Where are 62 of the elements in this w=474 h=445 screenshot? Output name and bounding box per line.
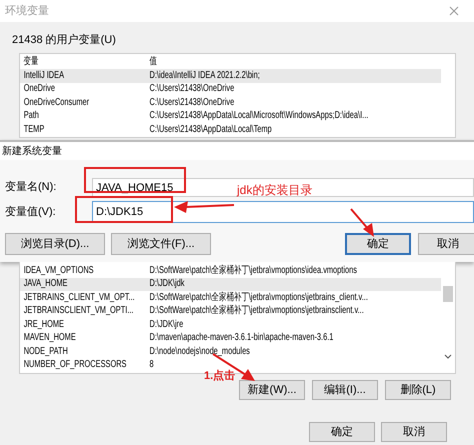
variable-value: 8 [150, 360, 154, 370]
list-row[interactable]: IntelliJ IDEA D:\idea\IntelliJ IDEA 2021.2.2\bin; [20, 69, 442, 82]
list-row[interactable]: OneDrive C:\Users\21438\OneDrive [20, 82, 442, 96]
annotation-text: jdk的安装目录 [237, 182, 312, 199]
variable-name: OneDrive [22, 84, 56, 94]
variable-name: JETBRAINS_CLIENT_VM_OPT... [22, 292, 136, 303]
variable-value: C:\Users\21438\OneDrive [150, 84, 234, 94]
footer-button[interactable]: 确定 [309, 422, 375, 442]
variable-value: D:\node\nodejs\node_modules [150, 346, 250, 357]
variable-name: IntelliJ IDEA [22, 70, 65, 81]
column-header[interactable]: 值 [150, 57, 157, 68]
field-label: 变量名(N): [4, 180, 58, 196]
variable-name: NODE_PATH [22, 346, 69, 357]
variable-value: D:\SoftWare\patch\全家桶补丁\jetbra\vmoptions\jetbrainsclient.v... [150, 306, 364, 316]
variable-name: OneDriveConsumer [22, 98, 90, 108]
footer-button[interactable]: 取消 [381, 422, 447, 442]
list-row[interactable]: JETBRAINS_CLIENT_VM_OPT... D:\SoftWare\patch\全家桶补丁\jetbra\vmoptions\jetbrains_client.v... [20, 291, 442, 304]
variable-value: D:\idea\IntelliJ IDEA 2021.2.2\bin; [150, 70, 260, 81]
list-button[interactable]: 删除(L) [385, 380, 451, 400]
list-row[interactable]: JETBRAINSCLIENT_VM_OPTI... D:\SoftWare\patch\全家桶补丁\jetbra\vmoptions\jetbrainsclient.v... [20, 304, 442, 318]
list-row[interactable]: JAVA_HOME D:\JDK\jdk [20, 278, 442, 291]
close-icon[interactable] [449, 6, 459, 16]
list-button[interactable]: 新建(W)... [239, 380, 305, 400]
variable-name: NUMBER_OF_PROCESSORS [22, 360, 128, 370]
field-label: 变量值(V): [4, 204, 57, 220]
variable-name: JRE_HOME [22, 320, 65, 330]
variable-value: D:\SoftWare\patch\全家桶补丁\jetbra\vmoptions\jetbrains_client.v... [150, 292, 368, 303]
arrow [350, 208, 376, 238]
variable-value: D:\maven\apache-maven-3.6.1-bin\apache-maven-3.6.1 [150, 333, 334, 344]
scrollbar-thumb[interactable] [443, 286, 453, 302]
column-header[interactable]: 变量 [20, 57, 150, 68]
chevron-down-icon[interactable] [444, 354, 452, 360]
dialog-button[interactable]: 取消 [418, 233, 474, 255]
dialog-title: 新建系统变量 [2, 144, 62, 158]
variable-value: C:\Users\21438\OneDrive [150, 98, 234, 108]
list-row[interactable]: NODE_PATH D:\node\nodejs\node_modules [20, 345, 442, 358]
dialog-button[interactable]: 浏览文件(F)... [111, 233, 211, 255]
dialog-button[interactable]: 浏览目录(D)... [5, 233, 105, 255]
value-input-field[interactable]: D:\JDK15 [92, 201, 474, 223]
list-row[interactable]: OneDriveConsumer C:\Users\21438\OneDrive [20, 96, 442, 110]
variable-name: TEMP [22, 124, 46, 135]
list-row[interactable]: MAVEN_HOME D:\maven\apache-maven-3.6.1-bin\apache-maven-3.6.1 [20, 332, 442, 345]
arrow [174, 200, 234, 214]
list-row[interactable]: Path C:\Users\21438\AppData\Local\Microsoft\WindowsApps;D:\idea\I... [20, 110, 442, 123]
variable-name: JETBRAINSCLIENT_VM_OPTI... [22, 306, 134, 316]
annotation-text: 1.点击 [204, 368, 236, 384]
list-row[interactable]: IDEA_VM_OPTIONS D:\SoftWare\patch\全家桶补丁\jetbra\vmoptions\idea.vmoptions [20, 264, 442, 278]
window-title: 环境变量 [5, 4, 49, 19]
variable-name: MAVEN_HOME [22, 333, 77, 344]
variable-value: D:\JDK\jre [150, 320, 184, 330]
ok-button[interactable]: 确定 [345, 233, 411, 255]
list-button[interactable]: 编辑(I)... [312, 380, 378, 400]
list-row[interactable]: JRE_HOME D:\JDK\jre [20, 318, 442, 332]
group-label: 21438 的用户变量(U) [12, 32, 117, 48]
variable-value: D:\JDK\jdk [150, 279, 184, 290]
variable-value: C:\Users\21438\AppData\Local\Microsoft\WindowsApps;D:\idea\I... [150, 111, 368, 122]
variable-value: D:\SoftWare\patch\全家桶补丁\jetbra\vmoptions\idea.vmoptions [150, 266, 357, 276]
variable-name: JAVA_HOME [22, 279, 68, 290]
variable-value: C:\Users\21438\AppData\Local\Temp [150, 124, 272, 135]
list-row[interactable]: TEMP C:\Users\21438\AppData\Local\Temp [20, 123, 442, 136]
variable-name: Path [22, 111, 40, 122]
variable-name: IDEA_VM_OPTIONS [22, 266, 95, 276]
